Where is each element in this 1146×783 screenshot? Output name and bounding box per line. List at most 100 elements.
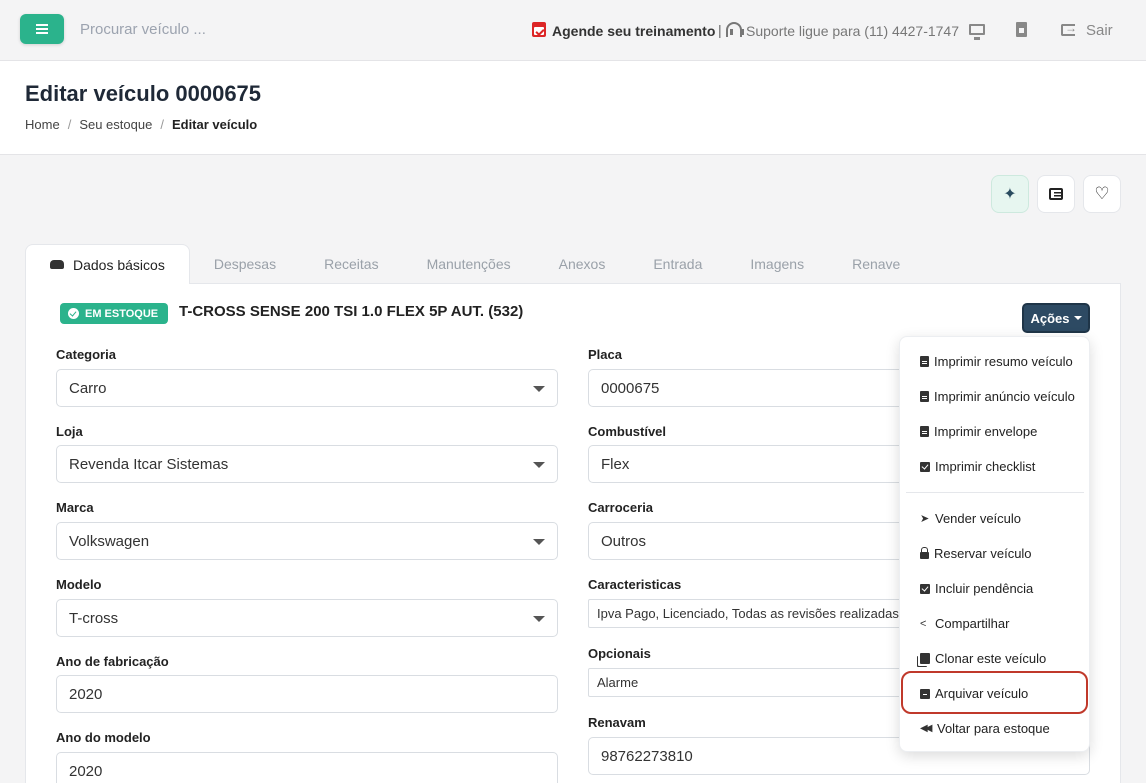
separator: | [718,22,722,38]
clone-icon [920,653,930,664]
file-icon [920,426,929,437]
list-button[interactable] [1037,175,1075,213]
chevron-down-icon [533,386,545,392]
chevron-down-icon [533,539,545,545]
tab-bar: Dados básicos Despesas Receitas Manutenç… [25,244,924,284]
input-ano-modelo[interactable]: 2020 [56,752,558,783]
menu-item-print-checklist[interactable]: Imprimir checklist [920,459,1035,474]
menu-item-sell[interactable]: ➤ Vender veículo [920,511,1021,526]
calendar-icon [532,22,546,37]
lock-icon [920,547,929,559]
list-icon [1049,188,1063,200]
tab-entrada[interactable]: Entrada [629,244,726,284]
menu-item-label: Vender veículo [935,511,1022,526]
breadcrumb: Home / Seu estoque / Editar veículo [25,117,257,132]
car-icon [50,260,64,269]
label-caracteristicas: Caracteristicas [588,577,682,592]
check-circle-icon [68,308,79,319]
menu-item-print-summary[interactable]: Imprimir resumo veículo [920,354,1073,369]
tab-label: Dados básicos [73,256,165,273]
menu-item-label: Imprimir envelope [934,424,1038,439]
check-square-icon [920,583,930,594]
menu-item-print-envelope[interactable]: Imprimir envelope [920,424,1037,439]
input-ano-fabricacao[interactable]: 2020 [56,675,558,713]
tab-manutencoes[interactable]: Manutenções [403,244,535,284]
select-value: Carro [69,379,107,397]
check-square-icon [920,461,930,472]
tab-receitas[interactable]: Receitas [300,244,402,284]
status-label: EM ESTOQUE [85,307,159,320]
vehicle-search-input[interactable]: Procurar veículo ... [80,21,206,38]
hamburger-icon [36,28,48,30]
menu-item-share[interactable]: < Compartilhar [920,616,1009,631]
label-modelo: Modelo [56,577,102,592]
menu-item-label: Compartilhar [935,616,1010,631]
menu-item-clone[interactable]: Clonar este veículo [920,651,1046,666]
menu-item-reserve[interactable]: Reservar veículo [920,546,1032,561]
label-renavam: Renavam [588,715,646,730]
select-loja[interactable]: Revenda Itcar Sistemas [56,445,558,483]
actions-label: Ações [1030,310,1070,326]
chevron-down-icon [533,616,545,622]
label-categoria: Categoria [56,347,116,362]
tab-despesas[interactable]: Despesas [190,244,300,284]
menu-item-label: Incluir pendência [935,581,1034,596]
chevron-down-icon [533,462,545,468]
status-badge: EM ESTOQUE [60,303,169,324]
menu-item-label: Clonar este veículo [935,651,1047,666]
tab-imagens[interactable]: Imagens [726,244,828,284]
caret-down-icon [1073,316,1082,320]
file-icon [920,356,929,367]
backward-icon: ◀◀ [920,723,932,734]
breadcrumb-home[interactable]: Home [25,117,60,132]
favorite-button[interactable]: ♡ [1083,175,1121,213]
sparkle-icon: ✦ [1003,186,1017,203]
menu-item-print-ad[interactable]: Imprimir anúncio veículo [920,389,1075,404]
label-marca: Marca [56,500,94,515]
menu-item-add-pending[interactable]: Incluir pendência [920,581,1033,596]
label-carroceria: Carroceria [588,500,654,515]
paper-plane-icon: ➤ [920,513,930,525]
breadcrumb-stock[interactable]: Seu estoque [79,117,152,132]
document-icon[interactable] [1016,22,1027,37]
menu-item-back-to-stock[interactable]: ◀◀ Voltar para estoque [920,721,1050,736]
select-marca[interactable]: Volkswagen [56,522,558,560]
support-text: Suporte ligue para (11) 4427-1747 [746,23,960,39]
logout-link[interactable]: Sair [1086,22,1113,39]
label-loja: Loja [56,424,83,439]
menu-item-label: Imprimir resumo veículo [934,354,1073,369]
label-placa: Placa [588,347,622,362]
training-link[interactable]: Agende seu treinamento [552,23,715,39]
breadcrumb-current: Editar veículo [171,117,258,132]
menu-item-label: Voltar para estoque [937,721,1050,736]
highlight-outline [901,671,1088,714]
select-value: Revenda Itcar Sistemas [69,455,229,473]
page-title: Editar veículo 0000675 [25,81,262,106]
select-categoria[interactable]: Carro [56,369,558,407]
menu-item-label: Imprimir checklist [935,459,1036,474]
tab-renave[interactable]: Renave [828,244,924,284]
select-value: Volkswagen [69,532,150,550]
breadcrumb-separator: / [160,117,164,132]
breadcrumb-separator: / [67,117,72,132]
menu-toggle-button[interactable] [20,14,64,44]
label-ano-modelo: Ano do modelo [56,730,151,745]
ai-sparkle-button[interactable]: ✦ [991,175,1029,213]
monitor-icon[interactable] [969,24,985,40]
headset-icon [726,22,744,37]
file-icon [920,391,929,402]
menu-divider [906,492,1084,493]
heart-icon: ♡ [1094,184,1110,203]
share-icon: < [920,617,927,630]
menu-item-label: Reservar veículo [934,546,1032,561]
logout-icon[interactable] [1061,21,1077,36]
actions-button[interactable]: Ações [1022,303,1090,333]
page-header: Editar veículo 0000675 Home / Seu estoqu… [0,61,1146,155]
label-ano-fabricacao: Ano de fabricação [56,654,169,669]
select-modelo[interactable]: T-cross [56,599,558,637]
top-bar: Procurar veículo ... Agende seu treiname… [0,0,1146,61]
menu-item-label: Imprimir anúncio veículo [934,389,1075,404]
select-value: T-cross [69,609,119,627]
tab-anexos[interactable]: Anexos [535,244,630,284]
tab-dados-basicos[interactable]: Dados básicos [25,244,190,284]
